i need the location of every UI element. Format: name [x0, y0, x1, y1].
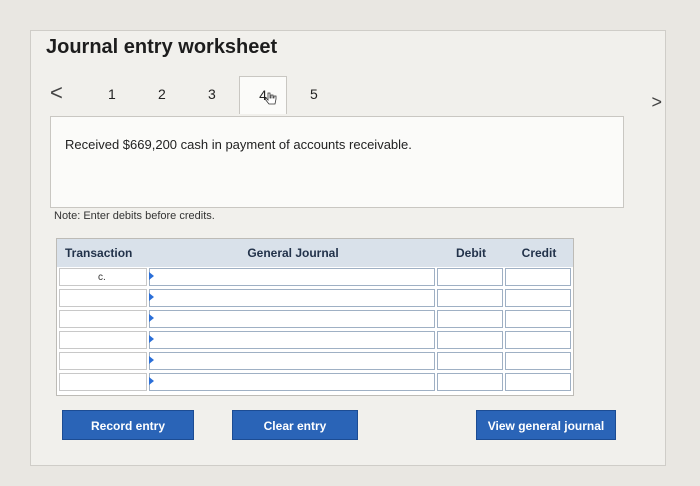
account-select[interactable] [149, 268, 435, 286]
tab-4[interactable]: 4 [239, 76, 287, 114]
tab-bar: < 1 2 3 4 5 > [50, 76, 662, 116]
journal-table: Transaction General Journal Debit Credit… [56, 238, 574, 396]
column-header-general-journal: General Journal [149, 239, 437, 267]
page-title: Journal entry worksheet [46, 36, 278, 58]
column-header-debit: Debit [437, 239, 505, 267]
account-select[interactable] [149, 310, 435, 328]
previous-arrow-icon[interactable]: < [50, 80, 63, 106]
credit-input[interactable] [505, 352, 571, 370]
account-select[interactable] [149, 289, 435, 307]
credit-input[interactable] [505, 331, 571, 349]
hand-pointer-icon [264, 92, 277, 105]
next-arrow-icon[interactable]: > [651, 92, 662, 113]
table-row [57, 330, 573, 350]
transaction-cell [59, 331, 147, 349]
row-marker-icon [149, 335, 154, 343]
debit-input[interactable] [437, 373, 503, 391]
record-entry-button[interactable]: Record entry [62, 410, 194, 440]
table-row: c. [57, 267, 573, 287]
row-marker-icon [149, 272, 154, 280]
row-marker-icon [149, 377, 154, 385]
transaction-description: Received $669,200 cash in payment of acc… [65, 137, 412, 152]
table-row [57, 372, 573, 392]
account-select[interactable] [149, 352, 435, 370]
transaction-description-box: Received $669,200 cash in payment of acc… [50, 116, 624, 208]
clear-entry-button[interactable]: Clear entry [232, 410, 358, 440]
tab-5[interactable]: 5 [310, 86, 318, 102]
table-row [57, 288, 573, 308]
instruction-note: Note: Enter debits before credits. [54, 210, 215, 222]
debit-input[interactable] [437, 310, 503, 328]
credit-input[interactable] [505, 310, 571, 328]
transaction-cell: c. [59, 268, 147, 286]
column-header-transaction: Transaction [57, 239, 149, 267]
account-select[interactable] [149, 331, 435, 349]
table-row [57, 309, 573, 329]
row-marker-icon [149, 293, 154, 301]
account-select[interactable] [149, 373, 435, 391]
tab-2[interactable]: 2 [158, 86, 166, 102]
row-marker-icon [149, 356, 154, 364]
debit-input[interactable] [437, 352, 503, 370]
transaction-cell [59, 352, 147, 370]
credit-input[interactable] [505, 268, 571, 286]
transaction-cell [59, 289, 147, 307]
column-header-credit: Credit [505, 239, 573, 267]
transaction-cell [59, 310, 147, 328]
tab-1[interactable]: 1 [108, 86, 116, 102]
table-row [57, 351, 573, 371]
credit-input[interactable] [505, 289, 571, 307]
transaction-cell [59, 373, 147, 391]
debit-input[interactable] [437, 331, 503, 349]
credit-input[interactable] [505, 373, 571, 391]
debit-input[interactable] [437, 289, 503, 307]
view-general-journal-button[interactable]: View general journal [476, 410, 616, 440]
transaction-label: c. [98, 272, 106, 283]
row-marker-icon [149, 314, 154, 322]
debit-input[interactable] [437, 268, 503, 286]
tab-3[interactable]: 3 [208, 86, 216, 102]
